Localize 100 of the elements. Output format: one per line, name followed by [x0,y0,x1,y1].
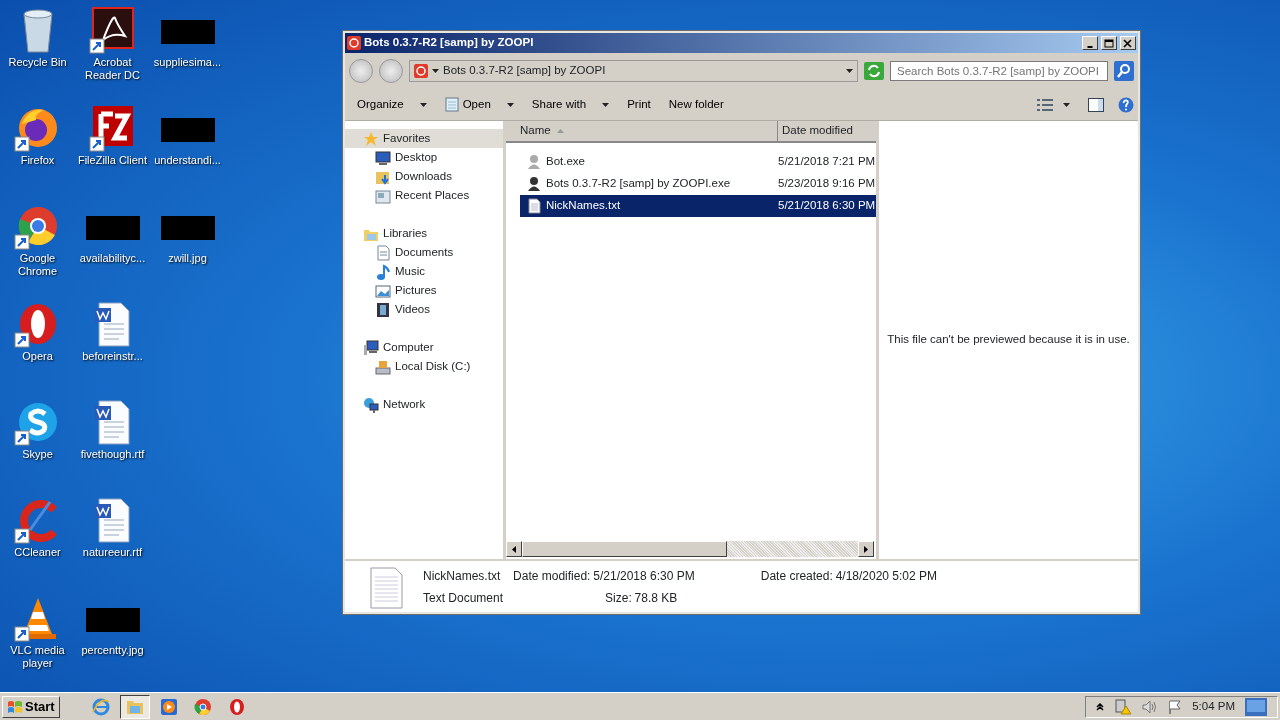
file-date: 5/23/2018 9:16 PM [778,176,876,192]
toolbar-button[interactable]: Print [619,92,659,117]
icon-label: natureeur.rtf [81,546,144,559]
nav-item[interactable]: Documents [345,243,503,262]
file-date: 5/21/2018 7:21 PM [778,154,876,170]
file-name: NickNames.txt [423,568,502,585]
nav-item[interactable]: Favorites [345,129,503,148]
app-icon [414,64,428,78]
icon-label: fivethough.rtf [79,448,146,461]
icon-label: Acrobat Reader DC [84,56,141,82]
play-icon [159,697,178,716]
caret-icon[interactable] [419,102,427,107]
nav-item[interactable]: Videos [345,300,503,319]
speaker-icon[interactable] [1142,699,1159,714]
computer-icon [363,339,379,356]
field-value: 5/21/2018 6:30 PM [593,568,695,585]
document-icon [369,567,403,609]
icon-label: suppliesima... [152,56,223,69]
person-icon [526,154,542,170]
field-label: Size: [605,590,632,607]
toolbar-button[interactable]: Open [436,92,522,117]
scroll-right-button[interactable] [858,541,874,557]
icon-label: percentty.jpg [80,644,145,657]
show-desktop-icon[interactable] [1245,697,1267,716]
icon-label: FileZilla Client [76,154,149,167]
toolbar-button[interactable]: Share with [523,92,618,117]
sort-icon [556,129,564,133]
nav-item[interactable]: Recent Places [345,186,503,205]
address-bar[interactable]: Bots 0.3.7-R2 [samp] by ZOOPI [409,60,858,82]
icon-label: Google Chrome [16,252,59,278]
icon-label: availabilityc... [78,252,147,265]
minimize-icon [1087,45,1093,48]
horizontal-scrollbar[interactable] [506,541,874,557]
file-row[interactable]: Bots 0.3.7-R2 [samp] by ZOOPI.exe 5/23/2018 9:16 PM [520,173,876,195]
nav-item[interactable]: Libraries [345,224,503,243]
icon-label: Skype [21,448,54,461]
arrow-right-icon [864,545,868,553]
film-icon [375,301,391,318]
scroll-left-button[interactable] [506,541,522,557]
field-label: Date created: [760,568,833,585]
caret-icon[interactable] [602,102,610,107]
caret-icon[interactable] [1063,102,1070,107]
view-options-icon[interactable] [1037,98,1053,111]
nav-item[interactable]: Local Disk (C:) [345,357,503,376]
icon-label: CCleaner [13,546,62,559]
icon-label: understandi... [153,154,222,167]
taskbar-button[interactable] [119,694,150,719]
file-date: 5/21/2018 6:30 PM [778,198,876,214]
help-icon[interactable] [1118,96,1134,113]
search-field[interactable]: Search Bots 0.3.7-R2 [samp] by ZOOPI [890,61,1108,81]
minimize-button[interactable] [1082,36,1098,50]
app-icon [347,36,361,50]
file-name: NickNames.txt [546,198,621,214]
nav-item[interactable]: Music [345,262,503,281]
document-icon [375,244,391,261]
column-header[interactable]: Name [506,121,778,141]
caret-icon[interactable] [506,102,514,107]
file-row[interactable]: Bot.exe 5/21/2018 7:21 PM [520,151,876,173]
monitor-icon [375,149,391,166]
icon-label: Opera [21,350,54,363]
chevron-up-icon[interactable] [1096,702,1105,711]
icon-label: zwill.jpg [167,252,208,265]
column-header[interactable]: Date modified [778,121,876,141]
swirl-app-icon[interactable] [88,6,137,54]
music-note-icon [375,263,391,280]
nav-item[interactable]: Downloads [345,167,503,186]
ring-icon [227,697,246,716]
drive-icon [375,358,391,375]
toolbar-button[interactable]: Organize [349,92,435,117]
caret-icon[interactable] [432,69,439,73]
nav-item[interactable]: Computer [345,338,503,357]
preview-message: This file can't be previewed because it is in use. [887,332,1130,348]
preview-pane-icon[interactable] [1088,97,1104,112]
refresh-icon[interactable] [864,62,884,80]
close-button[interactable] [1120,36,1136,50]
ring-icon [193,697,212,716]
icon-label: Recycle Bin [7,56,68,69]
maximize-button[interactable] [1101,36,1117,50]
toolbar-button[interactable]: New folder [660,92,732,117]
globe-icon [363,396,379,413]
field-label: Date modified: [513,568,591,585]
flag-icon[interactable] [1168,699,1183,714]
e-globe-icon [91,697,110,716]
icon-label: beforeinstr... [81,350,144,363]
clock[interactable]: 5:04 PM [1192,697,1235,716]
scroll-thumb[interactable] [522,541,727,557]
file-row[interactable]: NickNames.txt 5/21/2018 6:30 PM [520,195,876,217]
icon-label: Firefox [19,154,56,167]
search-icon[interactable] [1114,61,1134,81]
nav-item[interactable]: Desktop [345,148,503,167]
notepad-icon [444,97,459,112]
file-name: Bots 0.3.7-R2 [samp] by ZOOPI.exe [546,176,731,192]
start-button[interactable]: Start [2,695,60,718]
caret-icon[interactable] [846,69,853,73]
file-type: Text Document [423,590,504,607]
nav-item[interactable]: Network [345,395,503,414]
arrow-left-icon [512,545,516,553]
nav-item[interactable]: Pictures [345,281,503,300]
person-icon [526,176,542,192]
file-name: Bot.exe [546,154,585,170]
